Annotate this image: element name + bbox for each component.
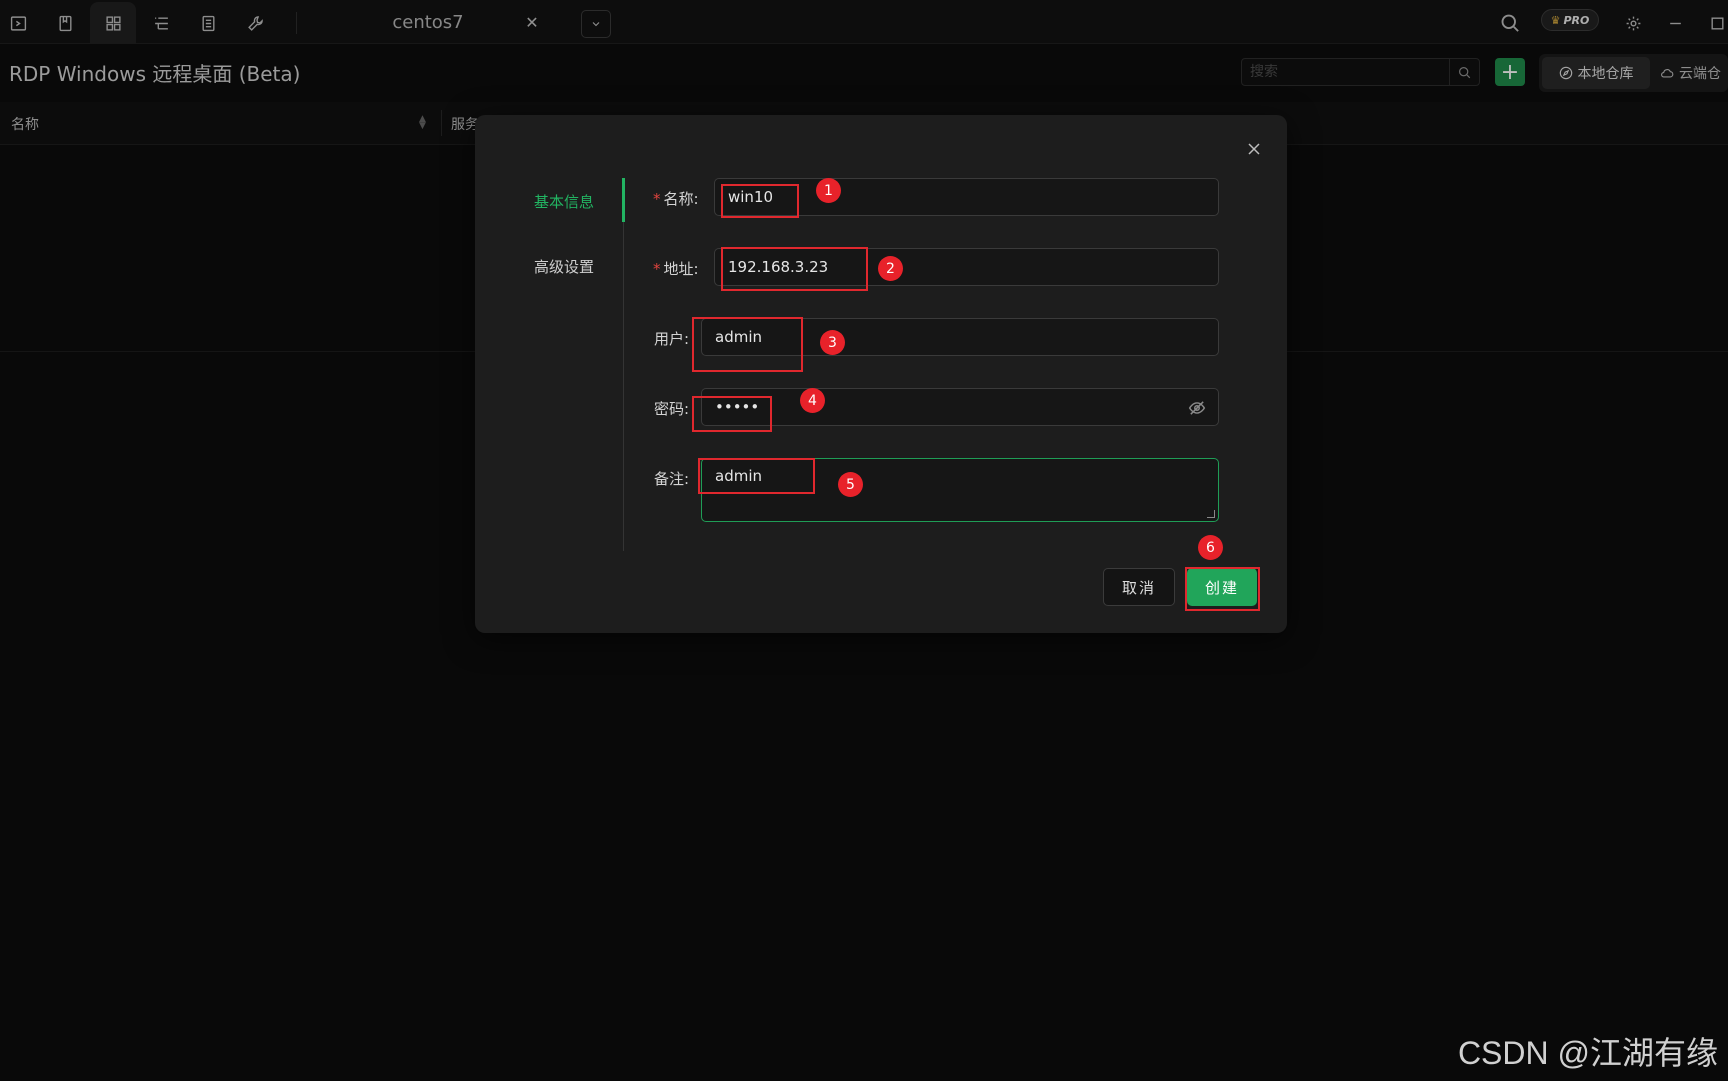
required-mark: * [653,190,661,208]
highlight-box-3 [692,317,803,372]
password-input[interactable] [715,389,1154,425]
cancel-button[interactable]: 取消 [1103,568,1175,606]
tab-active-indicator [622,178,625,222]
tab-basic-info[interactable]: 基本信息 [534,191,594,212]
annotation-badge-2: 2 [878,256,903,281]
address-label: * 地址: [653,258,699,279]
dialog-close-icon[interactable] [1243,138,1265,160]
annotation-badge-5: 5 [838,472,863,497]
eye-off-icon[interactable] [1188,399,1206,417]
user-label: 用户: [654,330,690,348]
highlight-box-2 [721,247,868,291]
password-label: 密码: [654,400,690,418]
annotation-badge-4: 4 [800,388,825,413]
name-label: * 名称: [653,188,699,209]
tab-advanced-settings[interactable]: 高级设置 [534,256,594,277]
highlight-box-4 [692,396,772,432]
address-label-text: 地址: [663,260,699,278]
annotation-badge-3: 3 [820,330,845,355]
annotation-badge-6: 6 [1198,535,1223,560]
highlight-box-6 [1185,567,1260,611]
highlight-box-5 [698,458,815,494]
annotation-badge-1: 1 [816,178,841,203]
password-field[interactable] [701,388,1219,426]
tab-rail [623,178,624,551]
highlight-box-1 [721,184,799,218]
required-mark: * [653,260,661,278]
name-label-text: 名称: [663,190,699,208]
watermark: CSDN @江湖有缘 [1457,1035,1718,1071]
note-label: 备注: [654,470,690,488]
resize-handle[interactable] [1207,510,1215,518]
